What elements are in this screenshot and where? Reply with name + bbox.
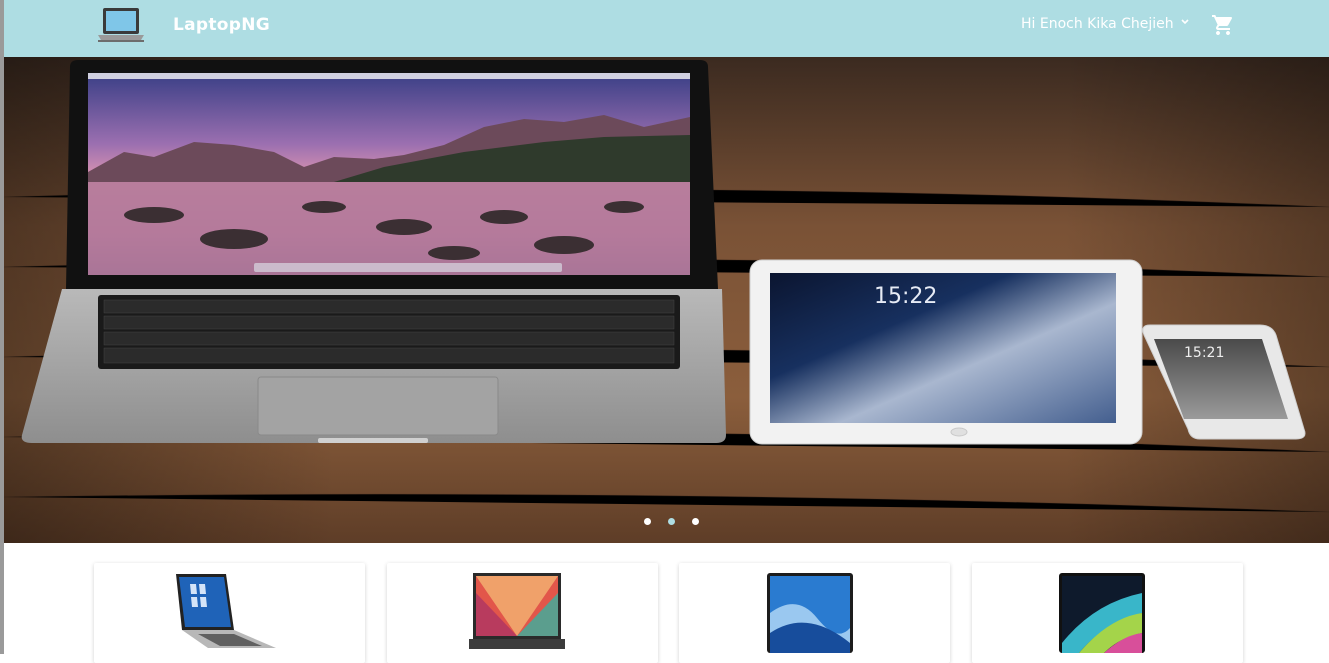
carousel-indicators bbox=[644, 518, 699, 525]
shopping-cart-icon[interactable] bbox=[1211, 13, 1235, 37]
product-card-4[interactable] bbox=[972, 563, 1243, 663]
svg-text:15:22: 15:22 bbox=[874, 284, 937, 309]
product-card-2[interactable] bbox=[387, 563, 658, 663]
top-navbar: LaptopNG Hi Enoch Kika Chejieh bbox=[4, 0, 1329, 57]
product-card-1[interactable] bbox=[94, 563, 365, 663]
user-greeting: Hi Enoch Kika Chejieh bbox=[1021, 16, 1174, 32]
hero-image: 15:22 15:21 bbox=[4, 57, 1329, 543]
product-grid bbox=[4, 543, 1329, 663]
carousel-dot-3[interactable] bbox=[692, 518, 699, 525]
product-card-3[interactable] bbox=[679, 563, 950, 663]
brand-name[interactable]: LaptopNG bbox=[173, 15, 270, 35]
hero-carousel[interactable]: 15:22 15:21 bbox=[4, 57, 1329, 543]
product-laptop-image-3 bbox=[767, 573, 853, 653]
product-laptop-image-4 bbox=[1059, 573, 1145, 653]
chevron-down-icon bbox=[1181, 19, 1189, 25]
svg-text:15:21: 15:21 bbox=[1184, 345, 1224, 361]
product-laptop-image-2 bbox=[469, 573, 565, 649]
carousel-dot-2[interactable] bbox=[668, 518, 675, 525]
app-frame: LaptopNG Hi Enoch Kika Chejieh 15:22 15:… bbox=[0, 0, 1329, 663]
product-laptop-image-1 bbox=[176, 574, 276, 648]
carousel-dot-1[interactable] bbox=[644, 518, 651, 525]
laptop-icon[interactable] bbox=[95, 5, 147, 45]
user-menu[interactable]: Hi Enoch Kika Chejieh bbox=[1021, 16, 1190, 32]
